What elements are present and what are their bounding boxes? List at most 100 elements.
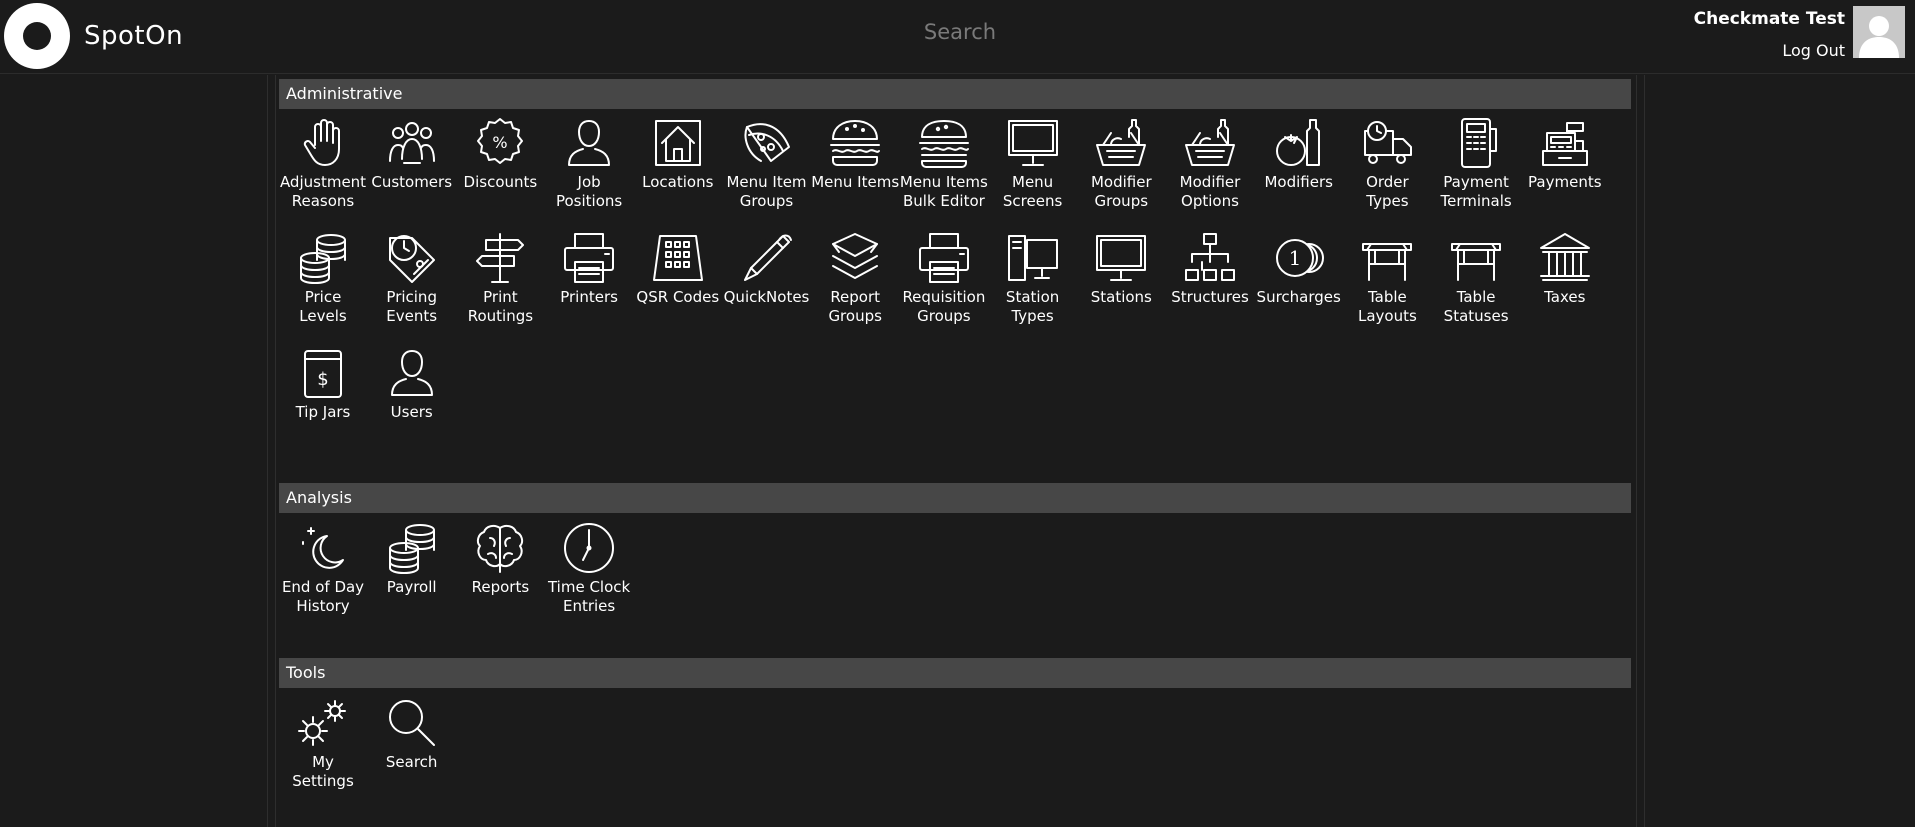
tile-time-clock-entries[interactable]: Time Clock Entries [545, 520, 633, 616]
tile-label: Table Layouts [1357, 288, 1417, 325]
tile-modifiers[interactable]: Modifiers [1255, 115, 1343, 192]
coin-stack-icon [384, 520, 440, 576]
svg-text:%: % [493, 133, 508, 152]
clock-icon [561, 520, 617, 576]
table-icon [1448, 230, 1504, 286]
workstation-icon [1005, 230, 1061, 286]
tile-label: Reports [471, 578, 530, 596]
tile-stations[interactable]: Stations [1077, 230, 1165, 307]
gears-icon [295, 695, 351, 751]
pen-icon [739, 230, 795, 286]
delivery-truck-icon [1359, 115, 1415, 171]
tile-menu-items[interactable]: Menu Items [811, 115, 899, 192]
user-avatar-icon [1853, 6, 1905, 58]
tile-quicknotes[interactable]: QuickNotes [723, 230, 811, 307]
search-input[interactable] [760, 14, 1160, 50]
user-name: Checkmate Test [1693, 9, 1845, 29]
tile-payments[interactable]: Payments [1521, 115, 1609, 192]
tile-locations[interactable]: Locations [634, 115, 722, 192]
tile-qsr-codes[interactable]: QSR Codes [634, 230, 722, 307]
svg-text:1: 1 [1288, 246, 1301, 270]
tile-label: Menu Items [811, 173, 900, 191]
tile-adjustment-reasons[interactable]: Adjustment Reasons [279, 115, 367, 211]
tile-label: Modifier Groups [1090, 173, 1152, 210]
tile-label: Adjustment Reasons [279, 173, 367, 210]
cash-register-icon [1537, 115, 1593, 171]
tile-label: Pricing Events [386, 288, 438, 325]
signpost-icon [472, 230, 528, 286]
tile-label: Locations [642, 173, 714, 191]
customers-icon [384, 115, 440, 171]
burger-stack-icon [916, 115, 972, 171]
hand-icon [295, 115, 351, 171]
tile-tip-jars[interactable]: $ Tip Jars [279, 345, 367, 422]
tile-label: Taxes [1544, 288, 1586, 306]
tile-users[interactable]: Users [368, 345, 456, 422]
bank-icon [1537, 230, 1593, 286]
tile-label: Stations [1090, 288, 1152, 306]
tile-label: Users [390, 403, 433, 421]
tile-pricing-events[interactable]: Pricing Events [368, 230, 456, 326]
tile-menu-item-groups[interactable]: Menu Item Groups [723, 115, 811, 211]
coin-stack-icon [295, 230, 351, 286]
tile-discounts[interactable]: % Discounts [456, 115, 544, 192]
tile-menu-items-bulk-editor[interactable]: Menu Items Bulk Editor [900, 115, 988, 211]
tomato-bottle-icon [1271, 115, 1327, 171]
tile-payroll[interactable]: Payroll [368, 520, 456, 597]
right-panel [1644, 75, 1915, 827]
top-bar: SpotOn Checkmate Test Log Out [0, 0, 1915, 74]
tile-structures[interactable]: Structures [1166, 230, 1254, 307]
tile-table-layouts[interactable]: Table Layouts [1343, 230, 1431, 326]
tile-payment-terminals[interactable]: Payment Terminals [1432, 115, 1520, 211]
tile-label: Menu Items Bulk Editor [899, 173, 988, 210]
tile-report-groups[interactable]: Report Groups [811, 230, 899, 326]
tile-station-types[interactable]: Station Types [989, 230, 1077, 326]
left-panel [0, 75, 268, 827]
svg-text:$: $ [317, 369, 328, 390]
tile-label: Report Groups [828, 288, 882, 325]
tile-price-levels[interactable]: Price Levels [279, 230, 367, 326]
tile-label: My Settings [292, 753, 354, 790]
tile-requisition-groups[interactable]: Requisition Groups [900, 230, 988, 326]
tile-my-settings[interactable]: My Settings [279, 695, 367, 791]
tile-label: Print Routings [467, 288, 534, 325]
logout-link[interactable]: Log Out [1782, 41, 1845, 60]
tile-surcharges[interactable]: 1 Surcharges [1255, 230, 1343, 307]
discount-badge-icon: % [472, 115, 528, 171]
printer-icon [916, 230, 972, 286]
spoton-logo[interactable]: SpotOn [4, 3, 183, 69]
tile-label: Table Statuses [1443, 288, 1509, 325]
table-icon [1359, 230, 1415, 286]
tile-label: Modifiers [1264, 173, 1333, 191]
basket-bottle-icon [1093, 115, 1149, 171]
brain-icon [472, 520, 528, 576]
tile-label: Station Types [1005, 288, 1060, 325]
avatar[interactable] [1853, 6, 1905, 58]
tile-modifier-groups[interactable]: Modifier Groups [1077, 115, 1165, 211]
tile-label: Search [385, 753, 438, 771]
coins-icon: 1 [1271, 230, 1327, 286]
tile-customers[interactable]: Customers [368, 115, 456, 192]
basket-bottle-icon [1182, 115, 1238, 171]
tile-label: Modifier Options [1179, 173, 1241, 210]
tile-print-routings[interactable]: Print Routings [456, 230, 544, 326]
tile-label: Time Clock Entries [547, 578, 631, 615]
monitor-icon [1093, 230, 1149, 286]
tile-label: Job Positions [555, 173, 623, 210]
tile-search[interactable]: Search [368, 695, 456, 772]
printer-icon [561, 230, 617, 286]
tile-reports[interactable]: Reports [456, 520, 544, 597]
price-tag-clock-icon [384, 230, 440, 286]
tile-modifier-options[interactable]: Modifier Options [1166, 115, 1254, 211]
org-chart-icon [1182, 230, 1238, 286]
tile-order-types[interactable]: Order Types [1343, 115, 1431, 211]
tile-printers[interactable]: Printers [545, 230, 633, 307]
keypad-icon [650, 230, 706, 286]
tile-menu-screens[interactable]: Menu Screens [989, 115, 1077, 211]
tile-job-positions[interactable]: Job Positions [545, 115, 633, 211]
house-icon [650, 115, 706, 171]
tile-end-of-day-history[interactable]: End of Day History [279, 520, 367, 616]
tile-table-statuses[interactable]: Table Statuses [1432, 230, 1520, 326]
section-header-administrative: Administrative [279, 79, 1631, 109]
tile-taxes[interactable]: Taxes [1521, 230, 1609, 307]
